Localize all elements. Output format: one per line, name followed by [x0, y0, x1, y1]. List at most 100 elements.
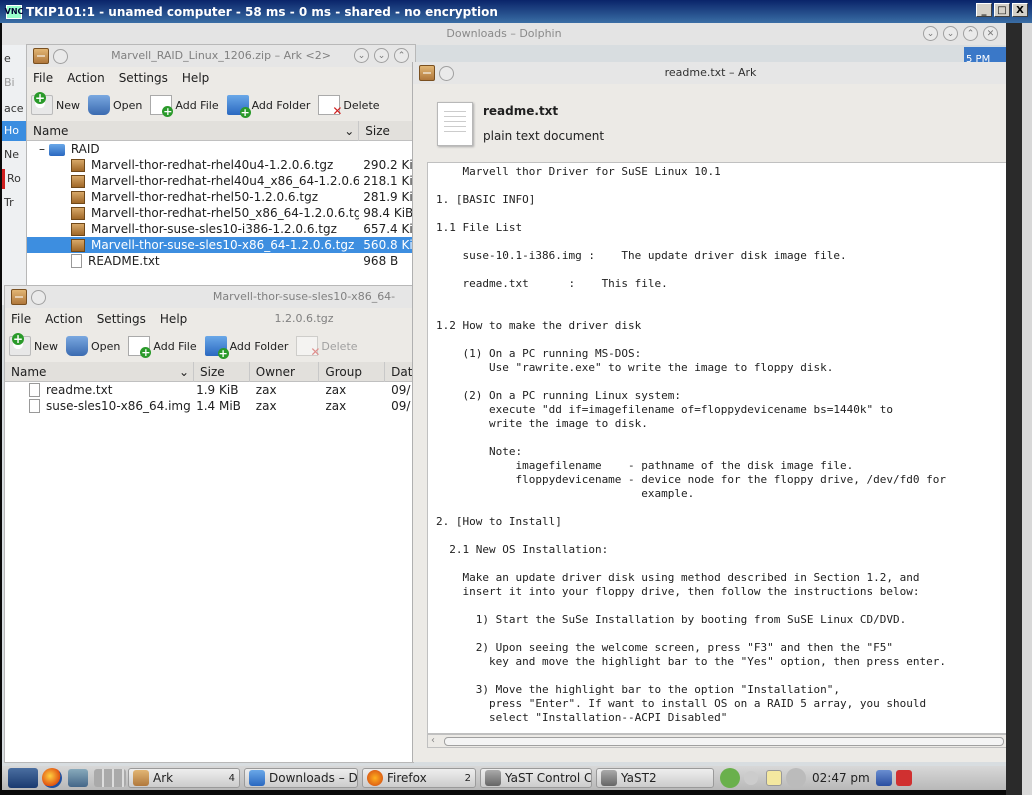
column-name-label: Name — [11, 364, 47, 379]
taskbar-clock[interactable]: 02:47 pm — [806, 771, 876, 785]
folder-icon — [48, 143, 65, 156]
table-row[interactable]: Marvell-thor-redhat-rhel50-1.2.0.6.tgz 28… — [27, 189, 415, 205]
table-row[interactable]: readme.txt 1.9 KiB zax zax 09/ — [5, 382, 413, 398]
ark-tgz-title-bar[interactable]: Marvell-thor-suse-sles10-x86_64-1.2.0.6.… — [5, 286, 413, 325]
add-file-button[interactable]: Add File — [128, 336, 197, 358]
ark-app-icon — [419, 65, 435, 81]
dolphin-title-bar[interactable]: Downloads – Dolphin ⌄ ⌄ ⌃ ✕ — [2, 23, 1006, 45]
delete-button[interactable]: Delete — [318, 95, 380, 118]
table-row[interactable]: Marvell-thor-suse-sles10-x86_64-1.2.0.6.… — [27, 237, 415, 253]
taskbar: Ark 4 Downloads – D Firefox 2 YaST Contr… — [2, 766, 1006, 790]
menu-settings[interactable]: Settings — [97, 312, 146, 326]
column-name-header[interactable]: Name ⌄ — [5, 361, 195, 382]
horizontal-scrollbar[interactable]: ‹ — [427, 734, 1006, 748]
clipboard-icon[interactable] — [766, 770, 782, 786]
text-line: key and move the highlight bar to the "Y… — [436, 655, 946, 668]
dolphin-maximize-button[interactable]: ⌃ — [963, 26, 978, 41]
file-name: Marvell-thor-redhat-rhel40u4_x86_64-1.2.… — [91, 174, 360, 188]
task-firefox[interactable]: Firefox 2 — [362, 768, 476, 788]
menu-help[interactable]: Help — [182, 71, 209, 85]
menu-action[interactable]: Action — [67, 71, 105, 85]
delete-label: Delete — [321, 339, 358, 353]
table-row[interactable]: README.txt 968 B — [27, 253, 415, 269]
menu-file[interactable]: File — [11, 312, 31, 326]
pin-button[interactable] — [53, 49, 68, 64]
menu-settings[interactable]: Settings — [119, 71, 168, 85]
remote-desktop: Downloads – Dolphin ⌄ ⌄ ⌃ ✕ e Bi ace Ho … — [2, 23, 1006, 766]
firefox-launcher-icon[interactable] — [42, 768, 62, 788]
column-size-header[interactable]: Size — [359, 120, 415, 141]
archive-icon — [71, 159, 85, 172]
readme-window-title: readme.txt – Ark — [664, 66, 757, 79]
task-downloads[interactable]: Downloads – D — [244, 768, 358, 788]
document-type: plain text document — [483, 129, 605, 143]
column-size-header[interactable]: Size — [194, 361, 250, 382]
menu-file[interactable]: File — [33, 71, 53, 85]
text-line: execute "dd if=imagefilename of=floppyde… — [436, 403, 893, 416]
menu-action[interactable]: Action — [45, 312, 83, 326]
task-ark[interactable]: Ark 4 — [128, 768, 240, 788]
open-button[interactable]: Open — [66, 336, 120, 356]
new-button[interactable]: New — [9, 333, 58, 356]
file-manager-launcher-icon[interactable] — [68, 769, 88, 787]
new-button[interactable]: New — [31, 92, 80, 115]
file-size: 281.9 KiB — [363, 190, 415, 204]
open-button[interactable]: Open — [88, 95, 142, 115]
ark-zip-title-bar[interactable]: Marvell_RAID_Linux_1206.zip – Ark <2> ⌄ … — [27, 45, 415, 67]
readme-title-bar[interactable]: readme.txt – Ark — [413, 62, 1006, 84]
help-button[interactable]: ⌄ — [354, 48, 369, 63]
file-name: Marvell-thor-redhat-rhel50-1.2.0.6.tgz — [91, 190, 318, 204]
info-icon[interactable] — [786, 768, 806, 788]
scroll-left-icon[interactable]: ‹ — [431, 735, 435, 746]
table-row[interactable]: Marvell-thor-redhat-rhel40u4_x86_64-1.2.… — [27, 173, 415, 189]
table-row[interactable]: Marvell-thor-redhat-rhel40u4-1.2.0.6.tgz… — [27, 157, 415, 173]
folder-row[interactable]: – RAID — [27, 141, 415, 157]
column-name-header[interactable]: Name ⌄ — [27, 120, 360, 141]
text-line: floppydevicename - device node for the f… — [436, 473, 946, 486]
add-folder-button[interactable]: Add Folder — [226, 95, 310, 118]
maximize-button[interactable]: ⌃ — [394, 48, 409, 63]
task-ark-count: 4 — [228, 772, 235, 784]
minimize-button[interactable]: ⌄ — [374, 48, 389, 63]
task-yast2[interactable]: YaST2 — [596, 768, 714, 788]
vnc-title-bar[interactable]: VNC TKIP101:1 - unamed computer - 58 ms … — [0, 0, 1032, 23]
dolphin-minimize-button[interactable]: ⌄ — [943, 26, 958, 41]
add-file-button[interactable]: Add File — [150, 95, 219, 117]
menu-help[interactable]: Help — [160, 312, 187, 326]
archive-icon — [71, 239, 85, 252]
file-size: 1.9 KiB — [196, 383, 239, 397]
column-date-header[interactable]: Dat — [385, 361, 413, 382]
vnc-maximize-button[interactable]: □ — [994, 3, 1010, 17]
screen-edge — [1006, 23, 1032, 795]
suse-gecko-icon[interactable] — [720, 768, 740, 788]
power-icon[interactable] — [895, 770, 912, 786]
vnc-minimize-button[interactable]: _ — [976, 3, 992, 17]
delete-icon — [296, 336, 320, 359]
add-folder-button[interactable]: Add Folder — [204, 336, 288, 359]
table-row[interactable]: Marvell-thor-suse-sles10-i386-1.2.0.6.tg… — [27, 221, 415, 237]
column-group-header[interactable]: Group — [319, 361, 386, 382]
open-icon — [88, 95, 110, 115]
pin-button[interactable] — [31, 290, 46, 305]
dolphin-help-button[interactable]: ⌄ — [923, 26, 938, 41]
scrollbar-thumb[interactable] — [444, 737, 1004, 746]
ark-zip-toolbar: New Open Add File Add Folder Delete — [27, 89, 415, 121]
table-row[interactable]: Marvell-thor-redhat-rhel50_x86_64-1.2.0.… — [27, 205, 415, 221]
task-yast-control[interactable]: YaST Control C — [480, 768, 592, 788]
dolphin-close-button[interactable]: ✕ — [983, 26, 998, 41]
pin-button[interactable] — [439, 66, 454, 81]
sort-chevron-icon: ⌄ — [344, 123, 355, 138]
column-owner-header[interactable]: Owner — [250, 361, 320, 382]
file-size: 290.2 KiB — [363, 158, 415, 172]
table-row[interactable]: suse-sles10-x86_64.img 1.4 MiB zax zax 09/ — [5, 398, 413, 414]
text-content-view[interactable]: Marvell thor Driver for SuSE Linux 10.1 1… — [427, 162, 1006, 734]
document-name: readme.txt — [483, 104, 559, 118]
volume-icon[interactable] — [744, 771, 758, 785]
vnc-close-button[interactable]: X — [1012, 3, 1028, 17]
text-line: Marvell thor Driver for SuSE Linux 10.1 — [436, 165, 721, 178]
lock-screen-icon[interactable] — [875, 770, 892, 786]
text-line: readme.txt : This file. — [436, 277, 668, 290]
desktop-pager-icon[interactable] — [94, 769, 126, 787]
start-menu-icon[interactable] — [8, 768, 38, 788]
collapse-toggle[interactable]: – — [39, 142, 45, 156]
